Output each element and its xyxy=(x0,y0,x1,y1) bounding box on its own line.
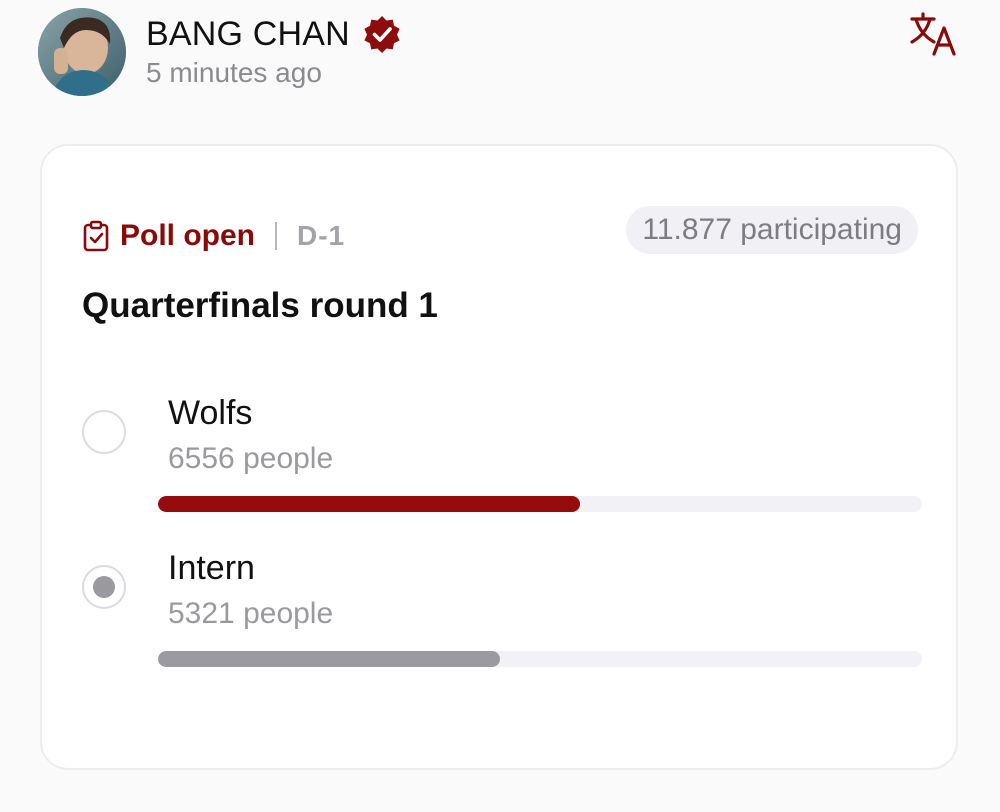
poll-status: Poll open xyxy=(120,219,255,252)
post-timestamp: 5 minutes ago xyxy=(146,57,322,88)
option-count: 5321 people xyxy=(168,597,334,630)
avatar[interactable] xyxy=(38,8,126,96)
option-count: 6556 people xyxy=(168,442,334,475)
participants-badge: 11.877 participating xyxy=(626,206,918,254)
option-label: Intern xyxy=(168,549,255,587)
radio-button[interactable] xyxy=(82,410,126,454)
status-divider xyxy=(275,222,277,250)
result-bar-track xyxy=(158,496,922,512)
result-bar-fill xyxy=(158,651,501,667)
result-bar-track xyxy=(158,651,922,667)
poll-option-wolfs[interactable]: Wolfs 6556 people xyxy=(42,384,960,514)
translate-icon[interactable] xyxy=(908,10,960,58)
poll-card: Poll open D-1 11.877 participating Quart… xyxy=(40,144,958,770)
poll-deadline: D-1 xyxy=(297,220,346,251)
clipboard-check-icon xyxy=(82,220,110,252)
poll-option-intern[interactable]: Intern 5321 people xyxy=(42,539,960,669)
post-header: BANG CHAN 5 minutes ago xyxy=(0,0,1000,120)
option-label: Wolfs xyxy=(168,394,253,432)
radio-selected-dot xyxy=(93,576,115,598)
poll-status-row: Poll open D-1 xyxy=(82,212,345,260)
poll-question: Quarterfinals round 1 xyxy=(82,286,438,325)
verified-badge-icon xyxy=(362,14,402,54)
radio-button[interactable] xyxy=(82,565,126,609)
author-name[interactable]: BANG CHAN xyxy=(146,15,350,54)
result-bar-fill xyxy=(158,496,580,512)
